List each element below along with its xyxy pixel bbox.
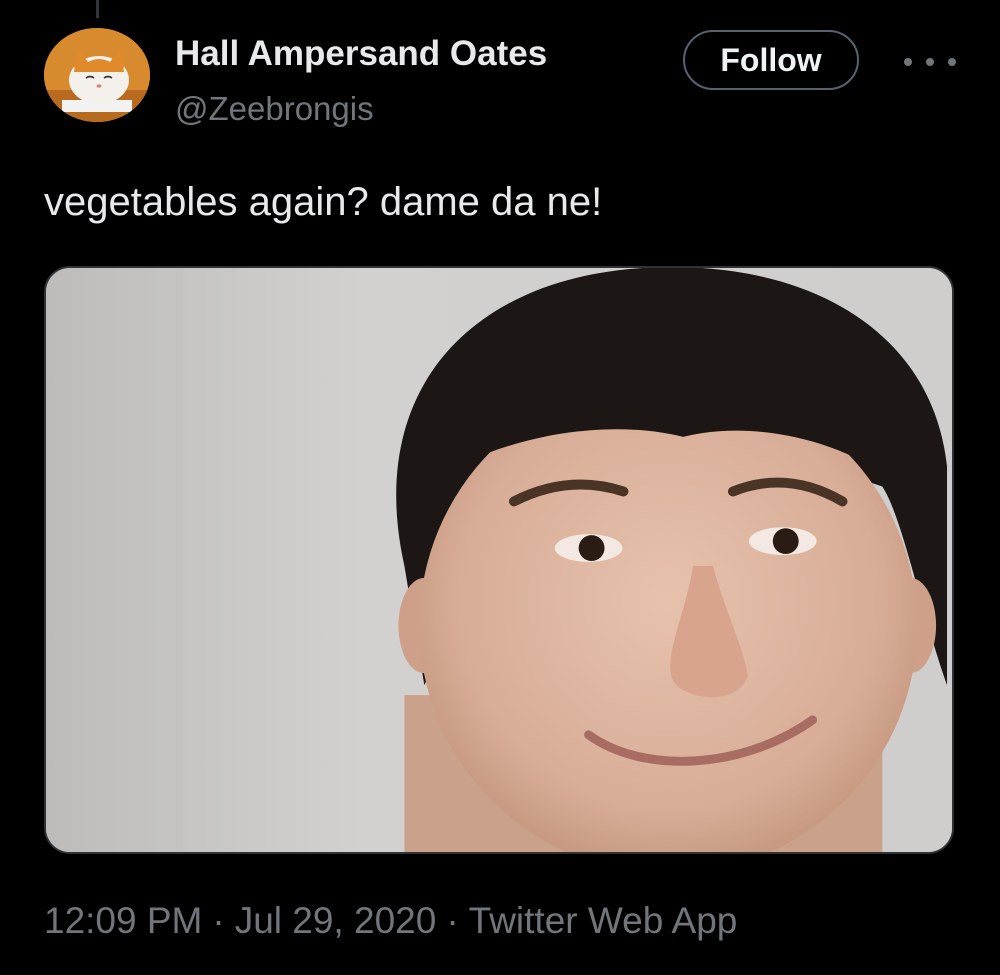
more-options-button[interactable] <box>904 50 956 74</box>
portrait-photo <box>46 268 952 852</box>
more-horizontal-icon-dot <box>926 58 934 66</box>
more-horizontal-icon <box>904 58 912 66</box>
tweet-media-photo[interactable] <box>44 266 954 854</box>
author-avatar[interactable] <box>44 28 150 122</box>
tweet-time[interactable]: 12:09 PM <box>44 900 202 941</box>
tweet-source[interactable]: Twitter Web App <box>469 900 738 941</box>
author-display-name[interactable]: Hall Ampersand Oates <box>175 34 547 74</box>
meta-separator: · <box>446 900 459 941</box>
thread-connector-line <box>96 0 99 18</box>
more-horizontal-icon-dot <box>948 58 956 66</box>
meta-separator: · <box>212 900 225 941</box>
tweet-metadata: 12:09 PM · Jul 29, 2020 · Twitter Web App <box>44 900 737 942</box>
tweet-text: vegetables again? dame da ne! <box>44 180 603 224</box>
author-handle[interactable]: @Zeebrongis <box>175 90 374 128</box>
follow-button[interactable]: Follow <box>683 30 859 90</box>
tweet-date[interactable]: Jul 29, 2020 <box>235 900 437 941</box>
cat-avatar-icon <box>44 28 150 122</box>
